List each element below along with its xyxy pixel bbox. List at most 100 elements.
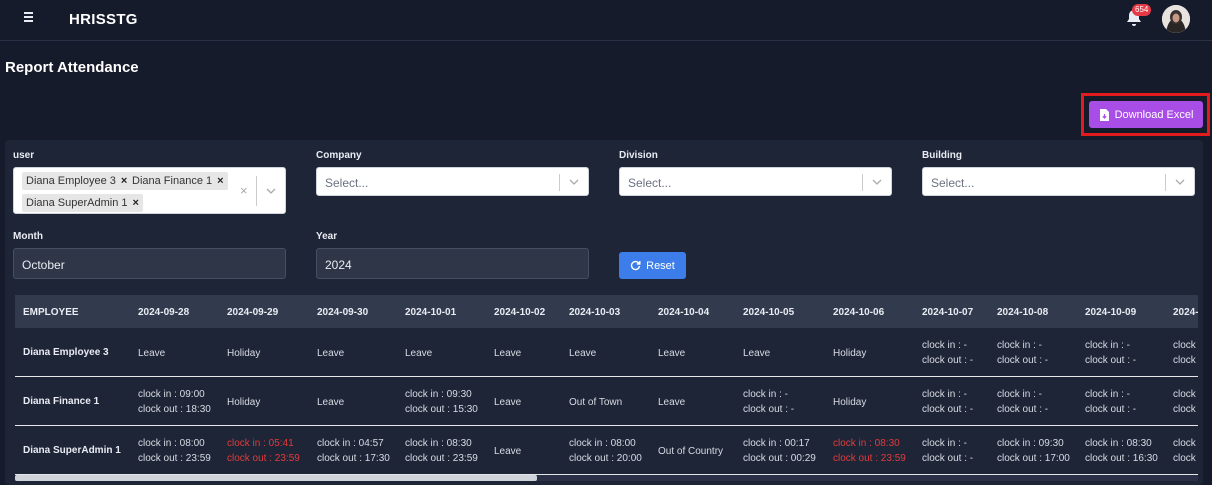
status-text: Leave bbox=[658, 397, 686, 408]
scrollbar-thumb[interactable] bbox=[15, 475, 537, 481]
clock-in-text: clock bbox=[1173, 438, 1196, 449]
attendance-cell: clock in : 09:30 clock out : 17:00 bbox=[997, 436, 1070, 466]
status-text: Leave bbox=[658, 348, 686, 359]
attendance-cell: clock in : - clock out : - bbox=[1085, 338, 1136, 368]
clock-in-text: clock in : 08:30 bbox=[833, 438, 900, 449]
date-column-header: 2024-10-04 bbox=[658, 307, 710, 318]
status-text: Leave bbox=[494, 446, 522, 457]
clock-out-text: clock bbox=[1173, 404, 1196, 415]
clock-out-text: clock out : - bbox=[1085, 355, 1137, 366]
chip-remove-icon[interactable]: × bbox=[217, 175, 223, 187]
reset-button[interactable]: Reset bbox=[619, 252, 686, 279]
clock-in-text: clock in : - bbox=[1085, 340, 1131, 351]
attendance-cell: Leave bbox=[317, 395, 344, 410]
clock-in-text: clock in : 04:57 bbox=[317, 438, 384, 449]
user-chip-label: Diana Finance 1 bbox=[132, 175, 213, 187]
building-select[interactable]: Select... bbox=[922, 167, 1195, 196]
chevron-down-icon[interactable] bbox=[872, 177, 882, 187]
status-text: Leave bbox=[317, 348, 345, 359]
employee-name: Diana Employee 3 bbox=[23, 347, 109, 358]
download-excel-button[interactable]: Download Excel bbox=[1089, 101, 1203, 128]
date-column-header: 2024-09-29 bbox=[227, 307, 279, 318]
status-text: Leave bbox=[743, 348, 771, 359]
attendance-cell: Leave bbox=[494, 444, 521, 459]
division-select[interactable]: Select... bbox=[619, 167, 892, 196]
user-avatar[interactable] bbox=[1162, 5, 1190, 33]
highlight-frame: Download Excel bbox=[1081, 93, 1210, 136]
report-card: user Diana Employee 3 × Diana Finance 1 × … bbox=[5, 140, 1203, 485]
app-title: HRISSTG bbox=[69, 11, 138, 28]
clock-in-text: clock in : - bbox=[997, 389, 1043, 400]
clock-out-text: clock out : - bbox=[997, 404, 1049, 415]
attendance-cell: Leave bbox=[569, 346, 596, 361]
date-column-header: 2024-10-01 bbox=[405, 307, 457, 318]
attendance-cell: clock clock bbox=[1173, 338, 1196, 368]
division-placeholder: Select... bbox=[628, 176, 672, 190]
company-placeholder: Select... bbox=[325, 176, 369, 190]
table-header: EMPLOYEE 2024-09-28 2024-09-29 2024-09-30 2… bbox=[15, 295, 1198, 328]
company-select[interactable]: Select... bbox=[316, 167, 589, 196]
attendance-cell: Holiday bbox=[227, 395, 260, 410]
notification-bell-icon[interactable]: 654 bbox=[1126, 4, 1152, 29]
date-column-header: 2024-10-05 bbox=[743, 307, 795, 318]
attendance-cell: clock clock bbox=[1173, 387, 1196, 417]
clock-out-text: clock out : 23:59 bbox=[405, 453, 478, 464]
clock-in-text: clock in : - bbox=[922, 438, 968, 449]
reset-label: Reset bbox=[646, 259, 675, 272]
year-input[interactable]: 2024 bbox=[316, 248, 589, 279]
chip-remove-icon[interactable]: × bbox=[133, 197, 139, 209]
attendance-cell: clock in : - clock out : - bbox=[922, 436, 973, 466]
user-chip: Diana Finance 1 × bbox=[128, 172, 228, 190]
attendance-cell: clock in : 08:30 clock out : 16:30 bbox=[1085, 436, 1158, 466]
user-chip: Diana Employee 3 × bbox=[22, 172, 132, 190]
attendance-cell: Leave bbox=[743, 346, 770, 361]
clock-in-text: clock in : 09:30 bbox=[997, 438, 1064, 449]
date-column-header: 2024-10-03 bbox=[569, 307, 621, 318]
attendance-cell: clock in : 08:30 clock out : 23:59 bbox=[833, 436, 906, 466]
clock-out-text: clock out : 20:00 bbox=[569, 453, 642, 464]
clock-out-text: clock out : 23:59 bbox=[227, 453, 300, 464]
attendance-cell: clock in : 09:00 clock out : 18:30 bbox=[138, 387, 211, 417]
attendance-cell: Leave bbox=[494, 395, 521, 410]
select-separator bbox=[559, 174, 560, 191]
employee-column-header: EMPLOYEE bbox=[23, 307, 79, 318]
status-text: Holiday bbox=[227, 397, 261, 408]
clock-in-text: clock bbox=[1173, 340, 1196, 351]
file-download-icon bbox=[1099, 108, 1109, 121]
user-multiselect[interactable]: Diana Employee 3 × Diana Finance 1 × Diana… bbox=[13, 167, 286, 214]
clock-in-text: clock in : 05:41 bbox=[227, 438, 294, 449]
menu-icon[interactable] bbox=[24, 12, 38, 26]
attendance-cell: clock in : 08:00 clock out : 20:00 bbox=[569, 436, 642, 466]
building-filter-label: Building bbox=[922, 150, 962, 161]
status-text: Holiday bbox=[227, 348, 261, 359]
chevron-down-icon[interactable] bbox=[569, 177, 579, 187]
employee-name: Diana Finance 1 bbox=[23, 396, 100, 407]
attendance-cell: Holiday bbox=[833, 346, 866, 361]
clock-in-text: clock in : 08:30 bbox=[1085, 438, 1152, 449]
month-input[interactable]: October bbox=[13, 248, 286, 279]
chevron-down-icon[interactable] bbox=[1175, 177, 1185, 187]
clock-out-text: clock bbox=[1173, 355, 1196, 366]
status-text: Holiday bbox=[833, 348, 867, 359]
clock-out-text: clock out : 15:30 bbox=[405, 404, 478, 415]
date-column-header: 2024-10-02 bbox=[494, 307, 546, 318]
date-column-header: 2024-10-09 bbox=[1085, 307, 1137, 318]
chip-remove-icon[interactable]: × bbox=[121, 175, 127, 187]
attendance-cell: Holiday bbox=[833, 395, 866, 410]
clock-out-text: clock out : 23:59 bbox=[138, 453, 211, 464]
clock-out-text: clock out : - bbox=[922, 404, 974, 415]
status-text: Leave bbox=[494, 348, 522, 359]
status-text: Leave bbox=[405, 348, 433, 359]
select-separator bbox=[1165, 174, 1166, 191]
attendance-cell: Leave bbox=[494, 346, 521, 361]
clock-in-text: clock in : 09:00 bbox=[138, 389, 205, 400]
building-placeholder: Select... bbox=[931, 176, 975, 190]
clock-in-text: clock bbox=[1173, 389, 1196, 400]
attendance-table: EMPLOYEE 2024-09-28 2024-09-29 2024-09-30 2… bbox=[15, 295, 1198, 481]
attendance-cell: Leave bbox=[405, 346, 432, 361]
chevron-down-icon[interactable] bbox=[266, 186, 276, 196]
user-filter-label: user bbox=[13, 150, 35, 161]
clear-selection-icon[interactable]: × bbox=[240, 183, 248, 198]
date-column-header: 2024-09-30 bbox=[317, 307, 369, 318]
attendance-cell: clock in : - clock out : - bbox=[922, 387, 973, 417]
